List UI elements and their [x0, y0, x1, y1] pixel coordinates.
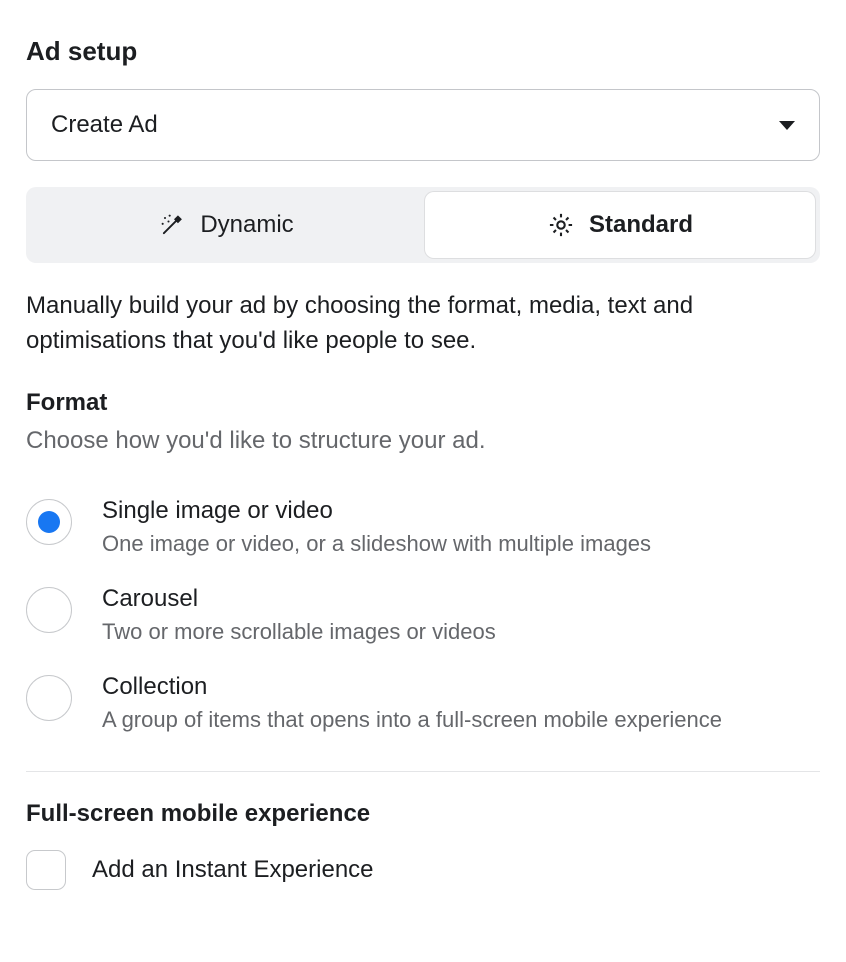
format-title: Format	[26, 389, 820, 417]
radio-icon	[26, 675, 72, 721]
tab-dynamic-label: Dynamic	[200, 211, 293, 239]
create-ad-dropdown[interactable]: Create Ad	[26, 89, 820, 161]
create-ad-dropdown-label: Create Ad	[51, 111, 158, 139]
radio-icon	[26, 499, 72, 545]
radio-icon	[26, 587, 72, 633]
ad-mode-segmented: Dynamic Standard	[26, 187, 820, 263]
section-divider	[26, 771, 820, 772]
tab-dynamic[interactable]: Dynamic	[31, 192, 421, 258]
tab-standard-label: Standard	[589, 211, 693, 239]
format-option-collection[interactable]: Collection A group of items that opens i…	[26, 659, 820, 747]
page-title: Ad setup	[26, 36, 820, 67]
format-radio-group: Single image or video One image or video…	[26, 483, 820, 747]
format-option-title: Carousel	[102, 585, 496, 613]
caret-down-icon	[779, 121, 795, 130]
instant-experience-checkbox[interactable]	[26, 850, 66, 890]
tab-standard[interactable]: Standard	[425, 192, 815, 258]
format-option-title: Collection	[102, 673, 722, 701]
fullscreen-title: Full-screen mobile experience	[26, 800, 820, 828]
format-option-carousel[interactable]: Carousel Two or more scrollable images o…	[26, 571, 820, 659]
format-option-desc: Two or more scrollable images or videos	[102, 619, 496, 645]
format-option-desc: One image or video, or a slideshow with …	[102, 531, 651, 557]
gear-icon	[547, 211, 575, 239]
instant-experience-row[interactable]: Add an Instant Experience	[26, 850, 820, 890]
format-option-desc: A group of items that opens into a full-…	[102, 707, 722, 733]
instant-experience-label: Add an Instant Experience	[92, 856, 374, 884]
magic-wand-icon	[158, 211, 186, 239]
format-option-title: Single image or video	[102, 497, 651, 525]
mode-description: Manually build your ad by choosing the f…	[26, 289, 820, 359]
format-hint: Choose how you'd like to structure your …	[26, 427, 820, 455]
format-option-single[interactable]: Single image or video One image or video…	[26, 483, 820, 571]
